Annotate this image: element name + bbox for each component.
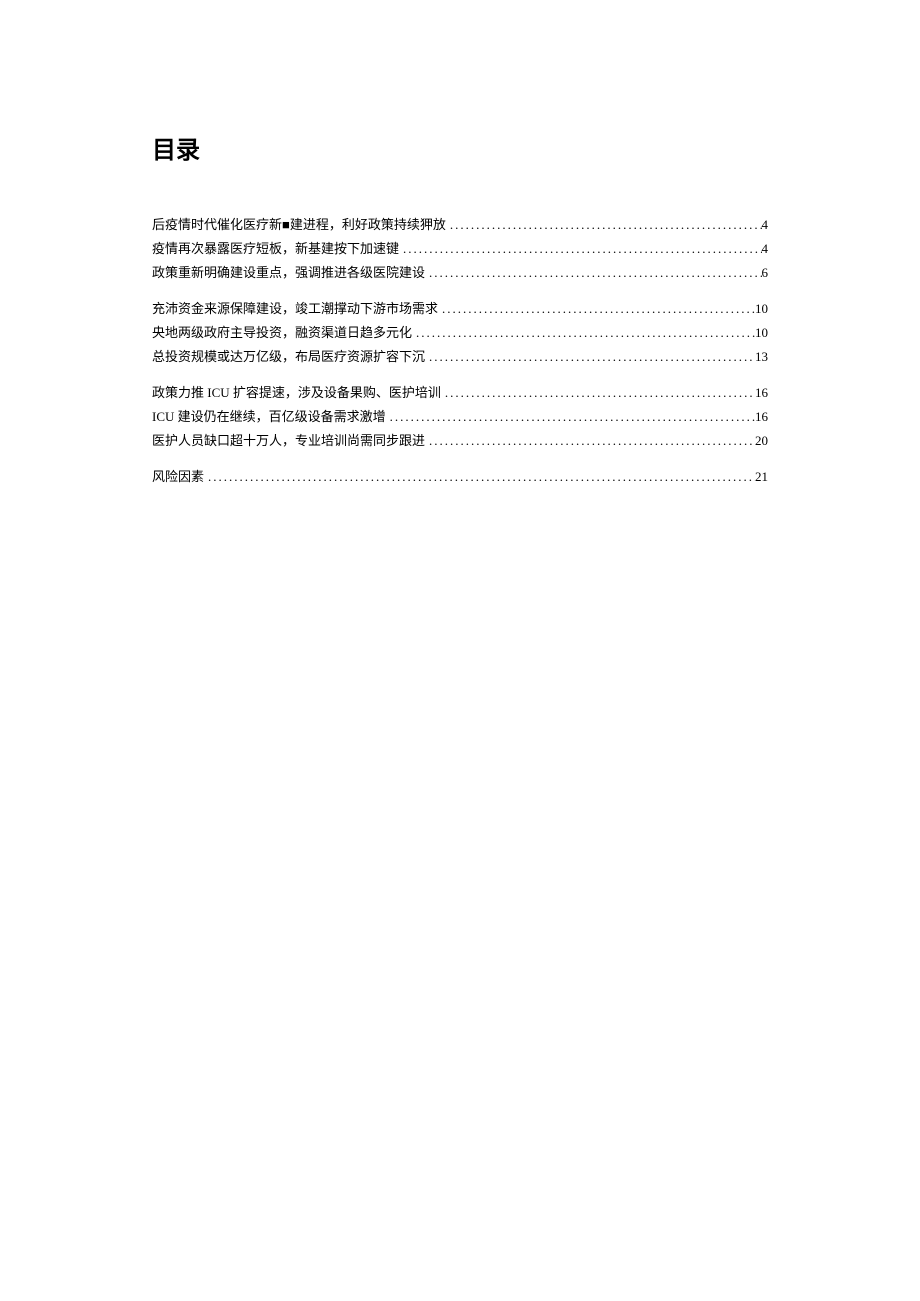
toc-entry-label: ICU 建设仍在继续，百亿级设备需求激增 bbox=[152, 405, 386, 429]
toc-entry-page: 6 bbox=[762, 261, 769, 285]
toc-entry-page: 10 bbox=[755, 321, 768, 345]
toc-container: 后疫情时代催化医疗新■建进程，利好政策持续狎放4疫情再次暴露医疗短板，新基建按下… bbox=[152, 213, 768, 489]
toc-entry: 央地两级政府主导投资，融资渠道日趋多元化 10 bbox=[152, 321, 768, 345]
toc-entry: ICU 建设仍在继续，百亿级设备需求激增 16 bbox=[152, 405, 768, 429]
toc-entry-page: 13 bbox=[755, 345, 768, 369]
toc-entry: 政策力推 ICU 扩容提速，涉及设备果购、医护培训 16 bbox=[152, 381, 768, 405]
toc-section: 充沛资金来源保障建设，竣工潮撑动下游市场需求10央地两级政府主导投资，融资渠道日… bbox=[152, 297, 768, 369]
toc-dots bbox=[441, 381, 755, 405]
toc-entry-label: 央地两级政府主导投资，融资渠道日趋多元化 bbox=[152, 321, 412, 345]
toc-entry-label: 总投资规模或达万亿级，布局医疗资源扩容下沉 bbox=[152, 345, 425, 369]
toc-entry-label: 后疫情时代催化医疗新■建进程，利好政策持续狎放 bbox=[152, 213, 446, 237]
toc-entry-label: 疫情再次暴露医疗短板，新基建按下加速键 bbox=[152, 237, 399, 261]
toc-dots bbox=[204, 465, 755, 489]
toc-entry-page: 16 bbox=[755, 381, 768, 405]
toc-entry: 充沛资金来源保障建设，竣工潮撑动下游市场需求 10 bbox=[152, 297, 768, 321]
toc-entry-page: 4 bbox=[762, 237, 769, 261]
toc-dots bbox=[412, 321, 755, 345]
toc-section: 风险因素 21 bbox=[152, 465, 768, 489]
toc-entry: 政策重新明确建设重点，强调推进各级医院建设 6 bbox=[152, 261, 768, 285]
toc-entry-label: 政策重新明确建设重点，强调推进各级医院建设 bbox=[152, 261, 425, 285]
toc-entry-page: 4 bbox=[762, 213, 769, 237]
toc-entry: 疫情再次暴露医疗短板，新基建按下加速键 4 bbox=[152, 237, 768, 261]
toc-dots bbox=[425, 261, 761, 285]
toc-dots bbox=[425, 345, 755, 369]
toc-dots bbox=[386, 405, 755, 429]
toc-dots bbox=[446, 213, 762, 237]
toc-entry-label: 政策力推 ICU 扩容提速，涉及设备果购、医护培训 bbox=[152, 381, 441, 405]
toc-title: 目录 bbox=[152, 130, 768, 165]
toc-entry-label: 风险因素 bbox=[152, 465, 204, 489]
toc-entry-label: 医护人员缺口超十万人，专业培训尚需同步跟进 bbox=[152, 429, 425, 453]
toc-dots bbox=[438, 297, 755, 321]
toc-dots bbox=[425, 429, 755, 453]
toc-entry: 后疫情时代催化医疗新■建进程，利好政策持续狎放 4 bbox=[152, 213, 768, 237]
toc-entry: 风险因素 21 bbox=[152, 465, 768, 489]
toc-entry: 医护人员缺口超十万人，专业培训尚需同步跟进 20 bbox=[152, 429, 768, 453]
toc-entry-page: 21 bbox=[755, 465, 768, 489]
toc-section: 政策力推 ICU 扩容提速，涉及设备果购、医护培训16ICU 建设仍在继续，百亿… bbox=[152, 381, 768, 453]
toc-entry-label: 充沛资金来源保障建设，竣工潮撑动下游市场需求 bbox=[152, 297, 438, 321]
toc-entry-page: 20 bbox=[755, 429, 768, 453]
toc-entry-page: 16 bbox=[755, 405, 768, 429]
toc-entry-page: 10 bbox=[755, 297, 768, 321]
toc-dots bbox=[399, 237, 761, 261]
toc-section: 后疫情时代催化医疗新■建进程，利好政策持续狎放4疫情再次暴露医疗短板，新基建按下… bbox=[152, 213, 768, 285]
toc-entry: 总投资规模或达万亿级，布局医疗资源扩容下沉 13 bbox=[152, 345, 768, 369]
